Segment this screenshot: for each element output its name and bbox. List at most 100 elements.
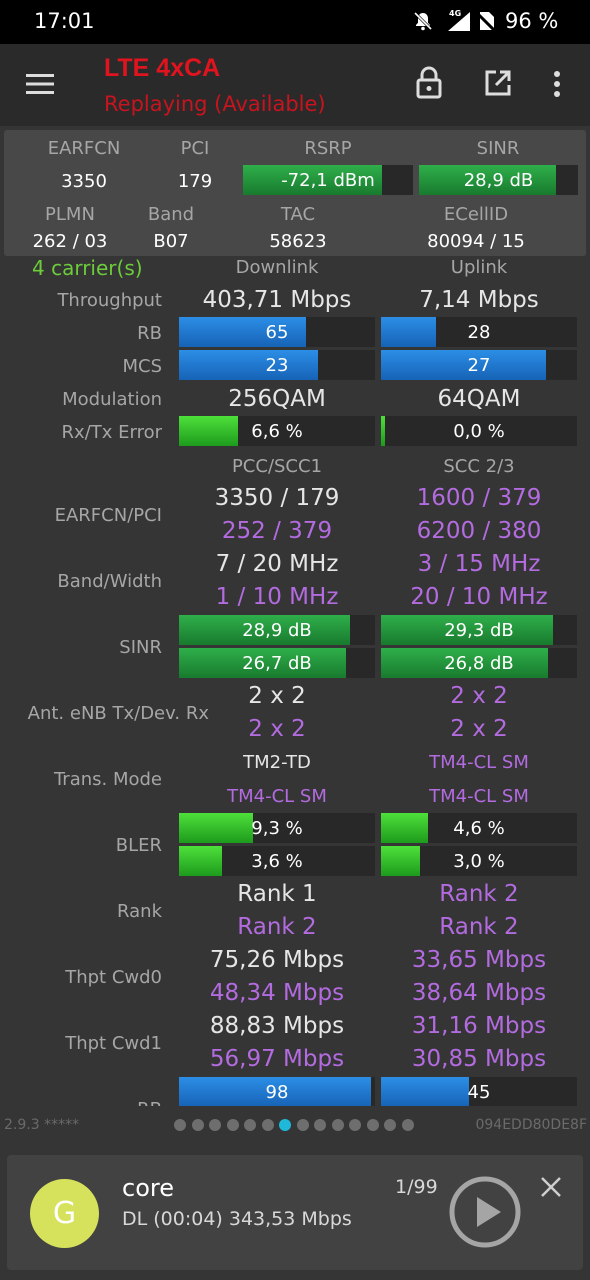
app-subtitle: Replaying (Available) <box>104 92 326 116</box>
bler-scc2-bar: 4,6 % <box>381 813 577 843</box>
sinr-pcc-value: 28,9 dB <box>242 619 312 641</box>
antenna-scc2: 2 x 2 <box>450 683 508 709</box>
error-ul-bar: 0,0 % <box>381 416 577 446</box>
page-dot[interactable] <box>209 1119 221 1131</box>
rank-label: Rank <box>117 901 162 922</box>
cwd0-scc3: 38,64 Mbps <box>411 980 547 1006</box>
rb2-scc-value: 45 <box>467 1081 491 1103</box>
replay-counter: 1/99 <box>395 1176 438 1198</box>
earfcn-pci-scc1: 252 / 379 <box>221 518 333 544</box>
page-dot[interactable] <box>331 1119 344 1131</box>
player-subtitle: DL (00:04) 343,53 Mbps <box>122 1208 352 1230</box>
earfcn-pci-pcc: 3350 / 179 <box>214 485 340 511</box>
cell-summary-panel: EARFCN PCI RSRP SINR 3350 179 -72,1 dBm … <box>4 130 586 256</box>
bler-scc3-value: 3,0 % <box>453 850 505 872</box>
error-ul-value: 0,0 % <box>453 420 505 442</box>
sinr-scc2-value: 29,3 dB <box>444 619 514 641</box>
bler-pcc-value: 9,3 % <box>251 817 303 839</box>
tac-header: TAC <box>280 204 316 225</box>
rb-dl-bar: 65 <box>179 317 375 347</box>
rank-scc3: Rank 2 <box>439 914 519 940</box>
page-dot[interactable] <box>296 1119 309 1131</box>
rb-ul-bar: 28 <box>381 317 577 347</box>
close-icon[interactable] <box>541 1177 561 1197</box>
rb-dl-value: 65 <box>265 321 289 343</box>
scc23-header: SCC 2/3 <box>443 456 515 477</box>
carrier-count: 4 carrier(s) <box>32 256 143 280</box>
plmn-header: PLMN <box>45 204 95 225</box>
pcc-scc1-header: PCC/SCC1 <box>231 456 323 477</box>
play-button[interactable] <box>448 1175 522 1249</box>
mcs-dl-bar: 23 <box>179 350 375 380</box>
rb2-pcc-value: 98 <box>265 1081 289 1103</box>
open-external-icon[interactable] <box>484 69 512 97</box>
throughput-ul: 7,14 Mbps <box>419 287 539 313</box>
earfcn-value: 3350 <box>61 171 107 192</box>
ecellid-header: ECellID <box>443 204 509 225</box>
page-dot[interactable] <box>401 1119 414 1131</box>
lock-icon[interactable] <box>415 66 443 100</box>
rb2-label: RB <box>137 1099 162 1106</box>
cwd0-label: Thpt Cwd0 <box>65 967 162 988</box>
page-dot[interactable] <box>349 1119 361 1131</box>
page-dot[interactable] <box>244 1119 256 1131</box>
tac-value: 58623 <box>269 231 327 252</box>
page-dot[interactable] <box>384 1119 396 1131</box>
page-dot[interactable] <box>261 1119 274 1131</box>
band-width-scc2: 3 / 15 MHz <box>417 551 541 577</box>
page-dot[interactable] <box>366 1119 379 1131</box>
device-id: 094EDD80DE8F <box>475 1117 587 1133</box>
modulation-dl: 256QAM <box>228 386 326 412</box>
carrier-details-table[interactable]: 4 carrier(s) Downlink Uplink Throughput … <box>0 256 590 1106</box>
status-bar: 17:01 4G 96 % <box>0 0 590 44</box>
sinr-bar: 28,9 dB <box>419 165 578 195</box>
menu-icon[interactable] <box>26 72 54 96</box>
rsrp-value: -72,1 dBm <box>281 169 375 191</box>
sinr-header: SINR <box>476 138 520 159</box>
antenna-scc3: 2 x 2 <box>450 716 508 742</box>
play-icon <box>449 1176 521 1248</box>
rb2-pcc-bar: 98 <box>179 1077 375 1106</box>
sinr-value: 28,9 dB <box>463 169 534 191</box>
player-title: core <box>122 1174 174 1202</box>
app-bar: LTE 4xCA Replaying (Available) <box>0 44 590 126</box>
pci-header: PCI <box>180 138 210 159</box>
page-dot[interactable] <box>226 1119 239 1131</box>
uplink-header: Uplink <box>450 257 508 278</box>
network-type: 4G <box>449 9 462 18</box>
page-dot[interactable] <box>174 1119 186 1131</box>
error-dl-bar: 6,6 % <box>179 416 375 446</box>
band-header: Band <box>147 204 195 225</box>
cwd0-scc1: 48,34 Mbps <box>209 980 345 1006</box>
downlink-header: Downlink <box>235 257 319 278</box>
avatar: G <box>30 1179 99 1248</box>
earfcn-header: EARFCN <box>47 138 121 159</box>
error-label: Rx/Tx Error <box>61 422 162 443</box>
mcs-ul-value: 27 <box>467 354 491 376</box>
modulation-label: Modulation <box>62 389 162 410</box>
more-options-icon[interactable] <box>553 70 561 98</box>
band-width-scc1: 1 / 10 MHz <box>215 584 339 610</box>
page-dot[interactable] <box>314 1119 326 1131</box>
throughput-dl: 403,71 Mbps <box>202 287 352 313</box>
no-sim-icon <box>476 10 497 33</box>
page-dot-active[interactable] <box>279 1119 291 1131</box>
bler-scc1-bar: 3,6 % <box>179 846 375 876</box>
mcs-dl-value: 23 <box>265 354 289 376</box>
error-dl-value: 6,6 % <box>251 420 303 442</box>
trans-mode-pcc: TM2-TD <box>243 752 311 773</box>
modulation-ul: 64QAM <box>437 386 521 412</box>
sinr-scc3-bar: 26,8 dB <box>381 648 577 678</box>
bler-scc2-value: 4,6 % <box>453 817 505 839</box>
replay-player[interactable]: G core DL (00:04) 343,53 Mbps 1/99 <box>7 1155 583 1270</box>
bler-pcc-bar: 9,3 % <box>179 813 375 843</box>
page-dot[interactable] <box>191 1119 204 1131</box>
throughput-label: Throughput <box>57 290 162 311</box>
page-indicator[interactable] <box>174 1119 414 1133</box>
sinr-scc1-value: 26,7 dB <box>242 652 312 674</box>
earfcn-pci-scc2: 1600 / 379 <box>416 485 542 511</box>
trans-mode-scc3: TM4-CL SM <box>429 786 529 807</box>
earfcn-pci-label: EARFCN/PCI <box>54 505 162 526</box>
status-time: 17:01 <box>34 9 95 33</box>
earfcn-pci-scc3: 6200 / 380 <box>416 518 542 544</box>
